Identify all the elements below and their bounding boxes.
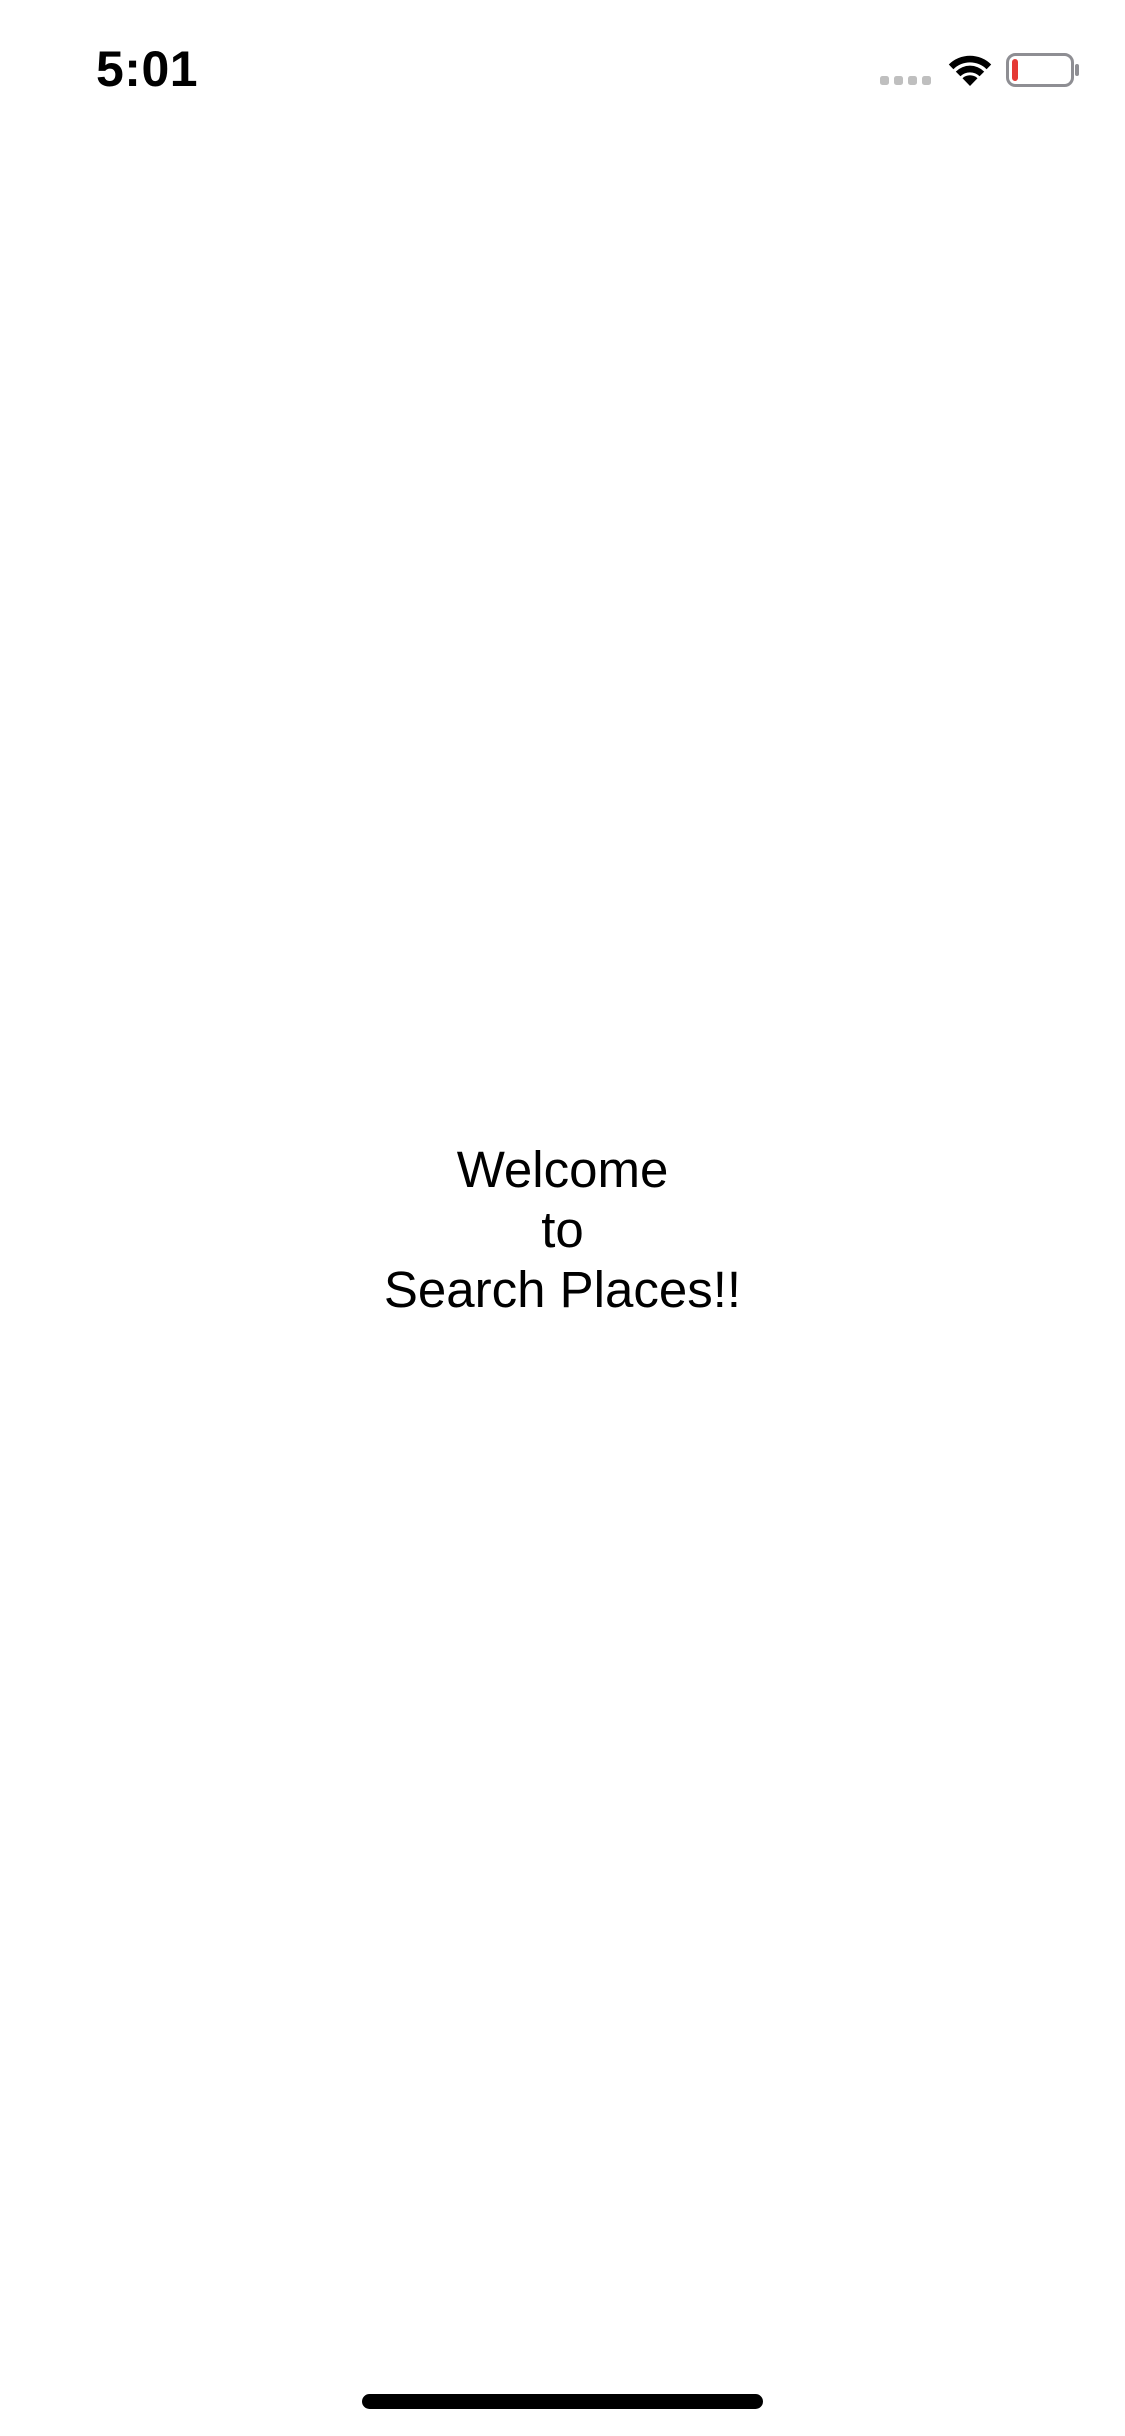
- welcome-line-2: to: [541, 1201, 584, 1258]
- wifi-icon: [948, 55, 992, 86]
- battery-low-icon: [1006, 53, 1079, 87]
- welcome-line-3: Search Places!!: [383, 1261, 742, 1318]
- cellular-signal-icon: [880, 76, 931, 85]
- home-indicator[interactable]: [362, 2394, 763, 2409]
- welcome-line-1: Welcome: [456, 1141, 669, 1198]
- status-time: 5:01: [96, 41, 199, 97]
- status-bar: 5:01: [0, 0, 1125, 140]
- welcome-message: Welcome to Search Places!!: [0, 1140, 1125, 1320]
